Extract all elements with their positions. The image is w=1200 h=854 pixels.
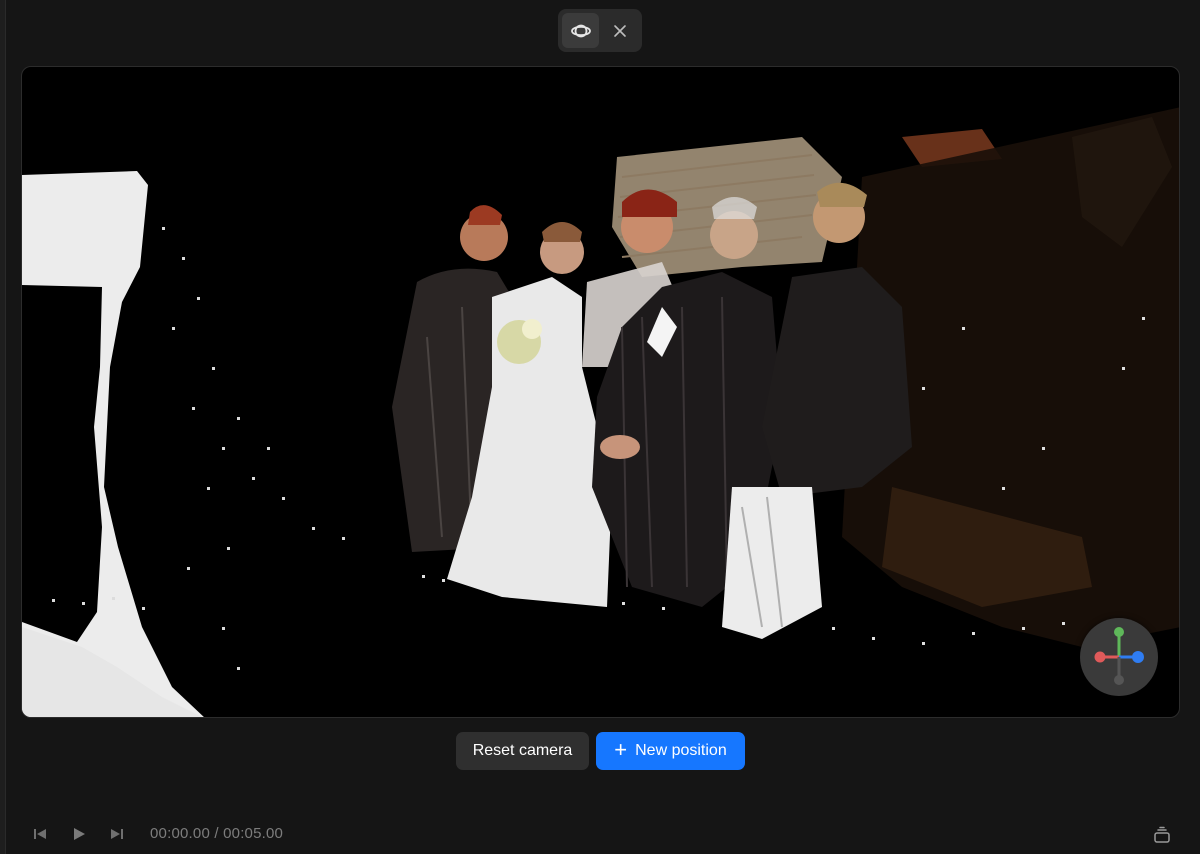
close-button[interactable]: [601, 13, 638, 48]
playback-bar: 00:00.00 / 00:05.00: [0, 815, 1200, 854]
orbit-icon: [570, 24, 591, 37]
reset-camera-button[interactable]: Reset camera: [456, 732, 589, 770]
axes-icon: [1094, 627, 1144, 685]
panel-edge: [0, 0, 6, 854]
plus-icon: +: [614, 737, 628, 762]
current-time: 00:00.00: [150, 825, 210, 842]
skip-back-icon: [34, 829, 46, 839]
skip-forward-button[interactable]: [108, 825, 126, 843]
total-time: 00:05.00: [223, 825, 284, 842]
new-position-label: New position: [635, 742, 727, 759]
3d-viewport[interactable]: [21, 66, 1180, 718]
close-icon: [613, 24, 626, 37]
play-icon: [74, 828, 85, 840]
time-separator: /: [210, 825, 224, 842]
axis-gizmo[interactable]: [1080, 618, 1158, 696]
view-mode-toggle: [558, 9, 642, 52]
orbit-mode-button[interactable]: [562, 13, 599, 48]
layers-icon: [1154, 826, 1170, 843]
skip-back-button[interactable]: [31, 825, 49, 843]
time-display: 00:00.00 / 00:05.00: [150, 825, 283, 842]
play-button[interactable]: [70, 825, 88, 843]
point-cloud: [22, 107, 1179, 717]
reset-camera-label: Reset camera: [472, 742, 573, 759]
export-button[interactable]: [1151, 825, 1173, 845]
new-position-button[interactable]: + New position: [596, 732, 745, 770]
skip-forward-icon: [111, 829, 123, 839]
